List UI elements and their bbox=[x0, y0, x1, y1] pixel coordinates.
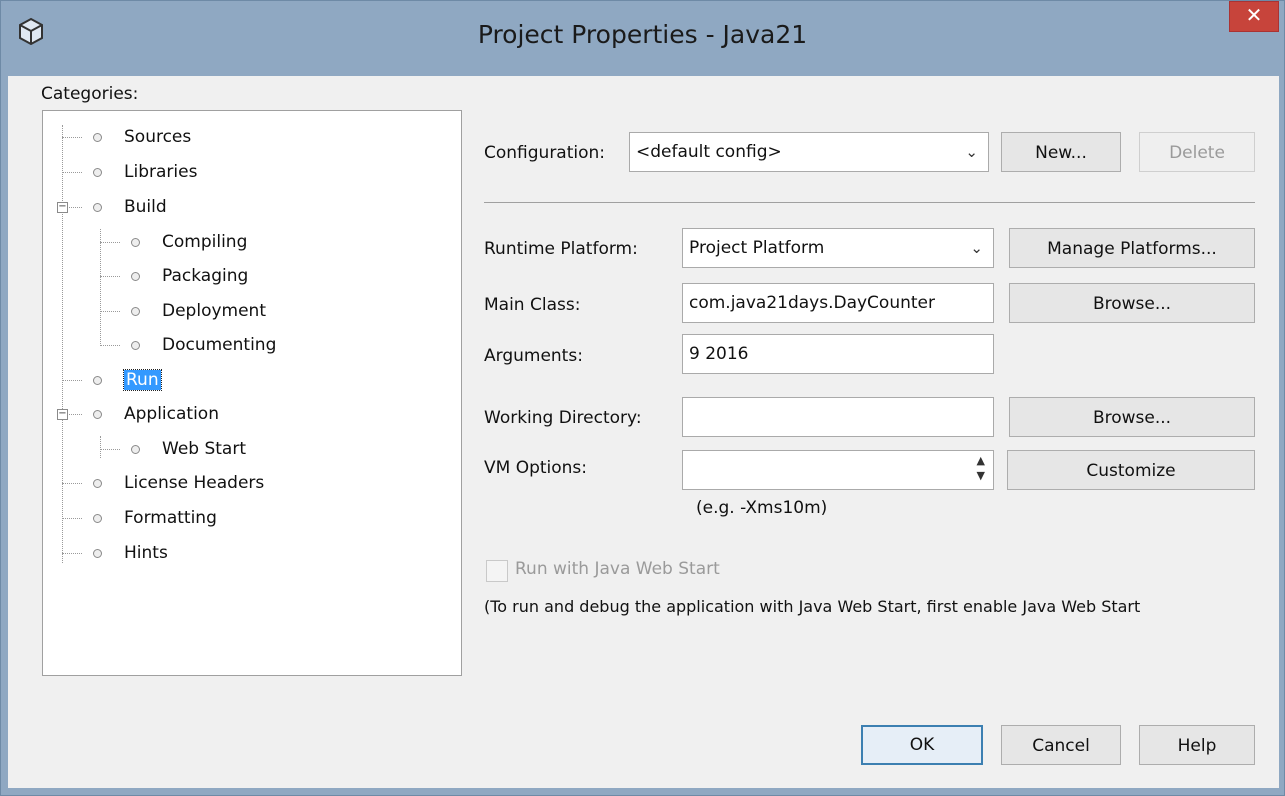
configuration-value: <default config> bbox=[636, 142, 782, 162]
button-label: Browse... bbox=[1092, 294, 1172, 314]
runtime-platform-value: Project Platform bbox=[689, 238, 825, 258]
window-title: Project Properties - Java21 bbox=[477, 20, 808, 49]
node-label: Web Start bbox=[162, 439, 246, 459]
cancel-button[interactable]: Cancel bbox=[1001, 725, 1121, 765]
runtime-platform-select[interactable]: Project Platform ⌄ bbox=[682, 228, 994, 268]
node-icon bbox=[131, 340, 140, 350]
collapse-build-icon[interactable]: − bbox=[57, 202, 68, 213]
customize-button[interactable]: Customize bbox=[1007, 450, 1255, 490]
node-label: Sources bbox=[124, 127, 192, 147]
arguments-field[interactable]: 9 2016 bbox=[682, 334, 994, 374]
category-documenting[interactable]: Documenting bbox=[131, 332, 276, 358]
browse-working-directory-button[interactable]: Browse... bbox=[1009, 397, 1255, 437]
node-label: Application bbox=[124, 404, 219, 424]
working-directory-label: Working Directory: bbox=[484, 408, 642, 428]
run-with-webstart-label: Run with Java Web Start bbox=[515, 559, 720, 579]
category-libraries[interactable]: Libraries bbox=[93, 159, 197, 185]
title-bar[interactable]: Project Properties - Java21 ✕ bbox=[1, 1, 1284, 83]
main-class-field[interactable]: com.java21days.DayCounter bbox=[682, 283, 994, 323]
button-label: Cancel bbox=[1032, 736, 1090, 756]
node-label: Run bbox=[123, 369, 162, 391]
node-icon bbox=[131, 237, 140, 247]
vm-options-label: VM Options: bbox=[484, 458, 588, 478]
new-config-button[interactable]: New... bbox=[1001, 132, 1121, 172]
ok-button[interactable]: OK bbox=[861, 725, 983, 765]
category-packaging[interactable]: Packaging bbox=[131, 263, 248, 289]
node-icon bbox=[93, 409, 102, 419]
node-icon bbox=[93, 167, 102, 177]
button-label: OK bbox=[909, 735, 935, 755]
node-icon bbox=[131, 271, 140, 281]
run-with-webstart-checkbox[interactable] bbox=[486, 560, 508, 582]
close-button[interactable]: ✕ bbox=[1229, 1, 1279, 32]
button-label: Help bbox=[1177, 736, 1217, 756]
node-icon bbox=[131, 306, 140, 316]
node-icon bbox=[93, 202, 102, 212]
dialog-window: Project Properties - Java21 ✕ Categories… bbox=[0, 0, 1285, 796]
chevron-down-icon: ⌄ bbox=[970, 239, 983, 257]
collapse-application-icon[interactable]: − bbox=[57, 409, 68, 420]
delete-config-button[interactable]: Delete bbox=[1139, 132, 1255, 172]
working-directory-field[interactable] bbox=[682, 397, 994, 437]
node-icon bbox=[93, 132, 102, 142]
close-icon: ✕ bbox=[1245, 3, 1263, 27]
node-label: Build bbox=[124, 197, 167, 217]
button-label: Browse... bbox=[1092, 408, 1172, 428]
node-label: License Headers bbox=[124, 473, 265, 493]
category-sources[interactable]: Sources bbox=[93, 124, 191, 150]
node-icon bbox=[93, 478, 102, 488]
button-label: New... bbox=[1035, 143, 1087, 163]
categories-tree[interactable]: − − Sources Libraries Build Compiling Pa… bbox=[42, 110, 462, 676]
node-label: Libraries bbox=[124, 162, 198, 182]
node-label: Formatting bbox=[124, 508, 217, 528]
button-label: Delete bbox=[1169, 143, 1225, 163]
categories-label: Categories: bbox=[41, 84, 139, 104]
category-hints[interactable]: Hints bbox=[93, 540, 168, 566]
main-class-label: Main Class: bbox=[484, 295, 581, 315]
node-label: Deployment bbox=[162, 301, 266, 321]
category-compiling[interactable]: Compiling bbox=[131, 229, 247, 255]
browse-main-class-button[interactable]: Browse... bbox=[1009, 283, 1255, 323]
button-label: Customize bbox=[1086, 461, 1176, 481]
category-run[interactable]: Run bbox=[93, 367, 162, 393]
node-label: Hints bbox=[124, 543, 168, 563]
separator bbox=[484, 202, 1255, 203]
node-label: Packaging bbox=[162, 266, 249, 286]
node-icon bbox=[93, 548, 102, 558]
chevron-down-icon: ⌄ bbox=[965, 143, 978, 161]
up-down-arrows-icon[interactable]: ▲ ▼ bbox=[977, 453, 985, 483]
configuration-select[interactable]: <default config> ⌄ bbox=[629, 132, 989, 172]
category-web-start[interactable]: Web Start bbox=[131, 436, 246, 462]
category-formatting[interactable]: Formatting bbox=[93, 505, 217, 531]
button-label: Manage Platforms... bbox=[1047, 239, 1217, 259]
dialog-body: Categories: − − Sources Libraries Build bbox=[8, 76, 1279, 788]
node-icon bbox=[93, 375, 102, 385]
category-deployment[interactable]: Deployment bbox=[131, 298, 266, 324]
webstart-note: (To run and debug the application with J… bbox=[484, 597, 1141, 616]
node-label: Compiling bbox=[162, 232, 248, 252]
category-build[interactable]: Build bbox=[93, 194, 167, 220]
manage-platforms-button[interactable]: Manage Platforms... bbox=[1009, 228, 1255, 268]
category-license-headers[interactable]: License Headers bbox=[93, 470, 264, 496]
vm-options-field[interactable]: ▲ ▼ bbox=[682, 450, 994, 490]
vm-options-hint: (e.g. -Xms10m) bbox=[696, 498, 828, 518]
node-icon bbox=[131, 444, 140, 454]
arguments-label: Arguments: bbox=[484, 346, 583, 366]
node-label: Documenting bbox=[162, 335, 277, 355]
configuration-label: Configuration: bbox=[484, 143, 606, 163]
help-button[interactable]: Help bbox=[1139, 725, 1255, 765]
category-application[interactable]: Application bbox=[93, 401, 219, 427]
node-icon bbox=[93, 513, 102, 523]
runtime-platform-label: Runtime Platform: bbox=[484, 239, 638, 259]
